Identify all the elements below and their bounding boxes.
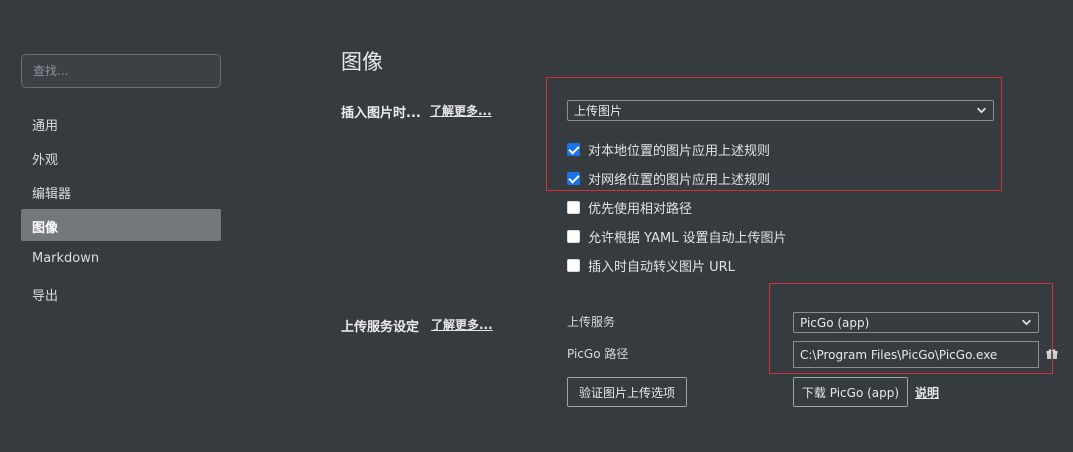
upload-service-select[interactable]: PicGo (app) <box>793 312 1039 333</box>
checkbox-local-images[interactable] <box>567 143 580 156</box>
checkbox-relative-path[interactable] <box>567 201 580 214</box>
chevron-down-icon <box>977 107 986 114</box>
checkbox-escape-url[interactable] <box>567 259 580 272</box>
picgo-path-label: PicGo 路径 <box>567 347 629 361</box>
download-picgo-button[interactable]: 下载 PicGo (app) <box>793 377 908 407</box>
sidebar-item-editor[interactable]: 编辑器 <box>21 175 221 207</box>
insert-action-value: 上传图片 <box>574 104 623 118</box>
insert-learn-more-link[interactable]: 了解更多... <box>430 102 492 119</box>
option-escape-url-label: 插入时自动转义图片 URL <box>588 260 735 275</box>
option-yaml-upload[interactable]: 允许根据 YAML 设置自动上传图片 <box>567 227 787 246</box>
insert-action-select[interactable]: 上传图片 <box>567 100 994 121</box>
sidebar-item-image[interactable]: 图像 <box>21 209 221 241</box>
sidebar-item-export[interactable]: 导出 <box>21 277 221 309</box>
sidebar-item-general[interactable]: 通用 <box>21 107 221 139</box>
verify-upload-button[interactable]: 验证图片上传选项 <box>567 377 687 407</box>
option-relative-path-label: 优先使用相对路径 <box>588 202 693 217</box>
sidebar-item-appearance[interactable]: 外观 <box>21 141 221 173</box>
option-yaml-upload-label: 允许根据 YAML 设置自动上传图片 <box>588 231 787 246</box>
upload-learn-more-link[interactable]: 了解更多... <box>431 316 493 333</box>
option-local-images-label: 对本地位置的图片应用上述规则 <box>588 144 771 159</box>
option-local-images[interactable]: 对本地位置的图片应用上述规则 <box>567 140 770 159</box>
option-network-images[interactable]: 对网络位置的图片应用上述规则 <box>567 169 770 188</box>
option-escape-url[interactable]: 插入时自动转义图片 URL <box>567 256 735 275</box>
checkbox-network-images[interactable] <box>567 172 580 185</box>
upload-section-label: 上传服务设定 <box>341 320 420 335</box>
option-network-images-label: 对网络位置的图片应用上述规则 <box>588 173 771 188</box>
page-title: 图像 <box>341 50 383 74</box>
search-input[interactable] <box>21 54 221 88</box>
picgo-path-input[interactable] <box>793 341 1039 368</box>
gift-icon[interactable] <box>1046 348 1058 360</box>
checkbox-yaml-upload[interactable] <box>567 230 580 243</box>
instructions-link[interactable]: 说明 <box>915 384 939 401</box>
sidebar-item-markdown[interactable]: Markdown <box>21 243 221 275</box>
chevron-down-icon <box>1022 319 1031 326</box>
option-relative-path[interactable]: 优先使用相对路径 <box>567 198 692 217</box>
upload-service-value: PicGo (app) <box>800 315 870 330</box>
insert-section-label: 插入图片时... <box>341 106 421 121</box>
upload-service-label: 上传服务 <box>567 315 616 329</box>
